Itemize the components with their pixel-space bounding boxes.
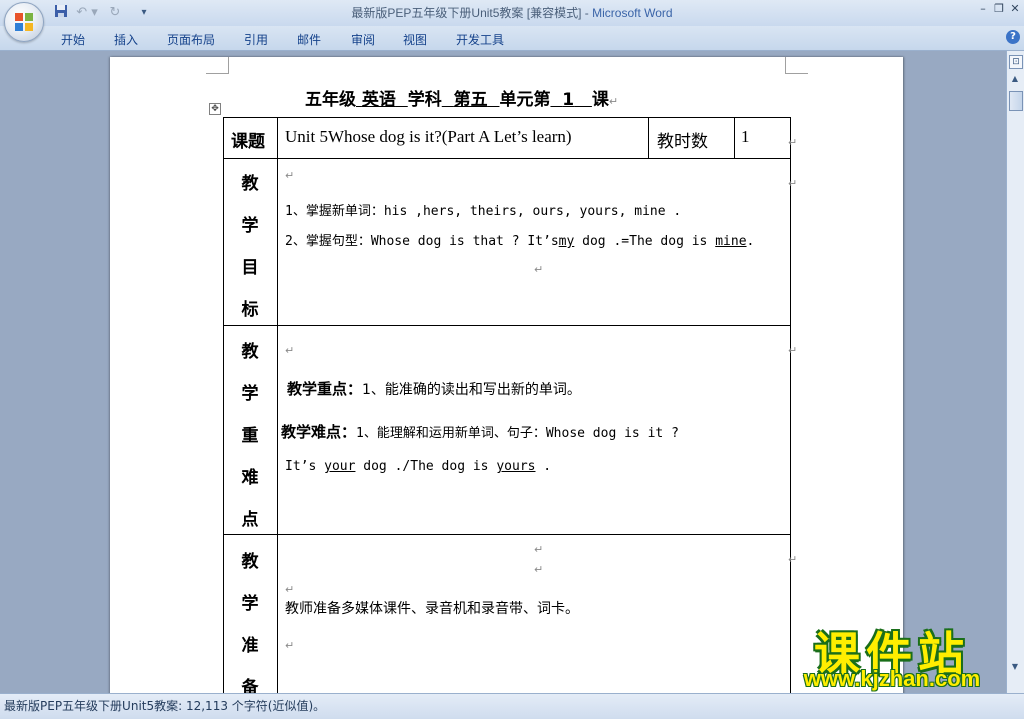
tab-view[interactable]: 视图 [403,31,427,48]
goals-line-2-end: . [746,234,755,249]
minimize-button[interactable]: – [976,2,990,16]
difficulty-line-2-end: . [535,459,552,474]
goals-line-2-middle: dog .=The dog is [574,234,716,249]
topic-value[interactable]: Unit 5Whose dog is it?(Part A Let’s lear… [285,127,572,147]
tab-home[interactable]: 开始 [61,31,85,48]
tab-insert[interactable]: 插入 [114,31,138,48]
crop-mark-top-left [206,57,229,74]
heading-lesson-number: 1 [562,90,575,110]
table-border [223,158,791,159]
heading-grade: 五年级 [305,90,356,110]
key-points-label-char: 难 [241,468,259,488]
difficulty-text: 1、能理解和运用新单词、句子：Whose dog is it ? [356,426,679,441]
end-of-row-mark: ↵ [788,136,798,149]
close-button[interactable]: ✕ [1008,2,1022,16]
prep-label-char: 准 [241,636,259,656]
scroll-up-icon[interactable]: ▲ [1009,73,1021,85]
goals-line-2[interactable]: 2、掌握句型：Whose dog is that ? It’smy dog .=… [285,230,754,249]
focus-line[interactable]: 教学重点：1、能准确的读出和写出新的单词。 [287,378,581,399]
office-button[interactable] [4,2,44,42]
help-icon[interactable]: ? [1006,30,1020,44]
goals-underlined-word-2: mine [715,234,747,249]
ruler-toggle-icon[interactable]: ⊡ [1009,55,1023,69]
site-watermark-logo: 课件站 www.kjzhan.com [772,618,1012,694]
paragraph-mark: ↵ [534,563,544,576]
paragraph-mark: ↵ [285,344,295,357]
app-name: Microsoft Word [592,6,673,20]
difficulty-line-2-start: It’s [285,459,325,474]
watermark-url: www.kjzhan.com [803,666,981,691]
tab-mailings[interactable]: 邮件 [297,31,321,48]
table-border [734,117,735,158]
difficulty-line-2[interactable]: It’s your dog ./The dog is yours . [285,459,551,474]
lesson-heading: 五年级 英语 学科 第五 单元第 1 课↵ [305,90,619,110]
hours-value[interactable]: 1 [741,127,750,147]
difficulty-line[interactable]: 教学难点：1、能理解和运用新单词、句子：Whose dog is it ? [281,421,679,442]
table-border [277,117,278,707]
goals-label-char: 目 [241,258,259,278]
document-name: 最新版PEP五年级下册Unit5教案 [兼容模式] [351,6,582,20]
hours-label: 教时数 [657,132,708,152]
goals-label-char: 标 [241,300,259,320]
prep-label-char: 学 [241,594,259,614]
key-points-label-char: 教 [241,342,259,362]
status-word-count[interactable]: 最新版PEP五年级下册Unit5教案: 12,113 个字符(近似值)。 [4,697,325,714]
office-logo-icon [15,13,33,31]
ribbon-tabs: 开始 插入 页面布局 引用 邮件 审阅 视图 开发工具 ? [0,26,1024,51]
table-border [223,325,791,326]
goals-label-char: 教 [241,174,259,194]
heading-subject: 英语 [361,90,396,110]
end-of-row-mark: ↵ [788,177,798,190]
paragraph-mark: ↵ [285,583,295,596]
difficulty-underlined-word-1: your [324,459,356,474]
key-points-label-char: 学 [241,384,259,404]
topic-label: 课题 [231,132,265,152]
difficulty-underlined-word-2: yours [496,459,536,474]
difficulty-label: 教学难点： [281,423,357,441]
prep-text[interactable]: 教师准备多媒体课件、录音机和录音带、词卡。 [285,598,579,618]
tab-developer[interactable]: 开发工具 [456,31,504,48]
heading-lesson-suffix: 课 [591,90,609,110]
goals-underlined-word-1: my [558,234,575,249]
heading-lesson-prefix: 单元第 [499,90,551,110]
table-border [223,534,791,535]
paragraph-mark: ↵ [534,263,544,276]
document-page[interactable]: 五年级 英语 学科 第五 单元第 1 课↵ ✥ 课题 Unit 5Whose d… [110,57,903,707]
difficulty-line-2-middle: dog ./The dog is [355,459,497,474]
paragraph-mark: ↵ [534,543,544,556]
paragraph-mark: ↵ [285,639,295,652]
status-bar: 最新版PEP五年级下册Unit5教案: 12,113 个字符(近似值)。 [0,693,1024,719]
tab-page-layout[interactable]: 页面布局 [167,31,215,48]
key-points-label: 教 学 重 难 点 [223,333,277,533]
table-border [648,117,649,158]
paragraph-mark: ↵ [285,169,295,182]
heading-unit: 第五 [453,90,488,110]
document-area: 五年级 英语 学科 第五 单元第 1 课↵ ✥ 课题 Unit 5Whose d… [0,51,1006,707]
prep-label: 教 学 准 备 [223,543,277,703]
end-of-row-mark: ↵ [788,553,798,566]
title-separator: - [581,6,593,20]
tab-review[interactable]: 审阅 [351,31,375,48]
vertical-scrollbar[interactable]: ⊡ ▲ ▼ [1006,51,1024,693]
heading-subject-suffix: 学科 [407,90,442,110]
key-points-label-char: 点 [241,510,259,530]
prep-label-char: 教 [241,552,259,572]
title-bar: ↶ ▾ ↻ ▾ 最新版PEP五年级下册Unit5教案 [兼容模式] - Micr… [0,0,1024,26]
goals-label: 教 学 目 标 [223,165,277,325]
goals-line-1[interactable]: 1、掌握新单词：his ,hers, theirs, ours, yours, … [285,200,681,219]
goals-line-2-start: 2、掌握句型：Whose dog is that ? It’s [285,234,559,249]
end-of-row-mark: ↵ [788,344,798,357]
scroll-thumb[interactable] [1009,91,1023,111]
table-move-handle-icon[interactable]: ✥ [209,103,221,115]
table-border [223,117,791,118]
window-title: 最新版PEP五年级下册Unit5教案 [兼容模式] - Microsoft Wo… [0,4,1024,21]
key-points-label-char: 重 [241,426,259,446]
tab-references[interactable]: 引用 [244,31,268,48]
restore-button[interactable]: ❐ [992,2,1006,16]
focus-text: 1、能准确的读出和写出新的单词。 [362,382,581,398]
focus-label: 教学重点： [287,380,363,398]
goals-label-char: 学 [241,216,259,236]
crop-mark-top-right [785,57,808,74]
